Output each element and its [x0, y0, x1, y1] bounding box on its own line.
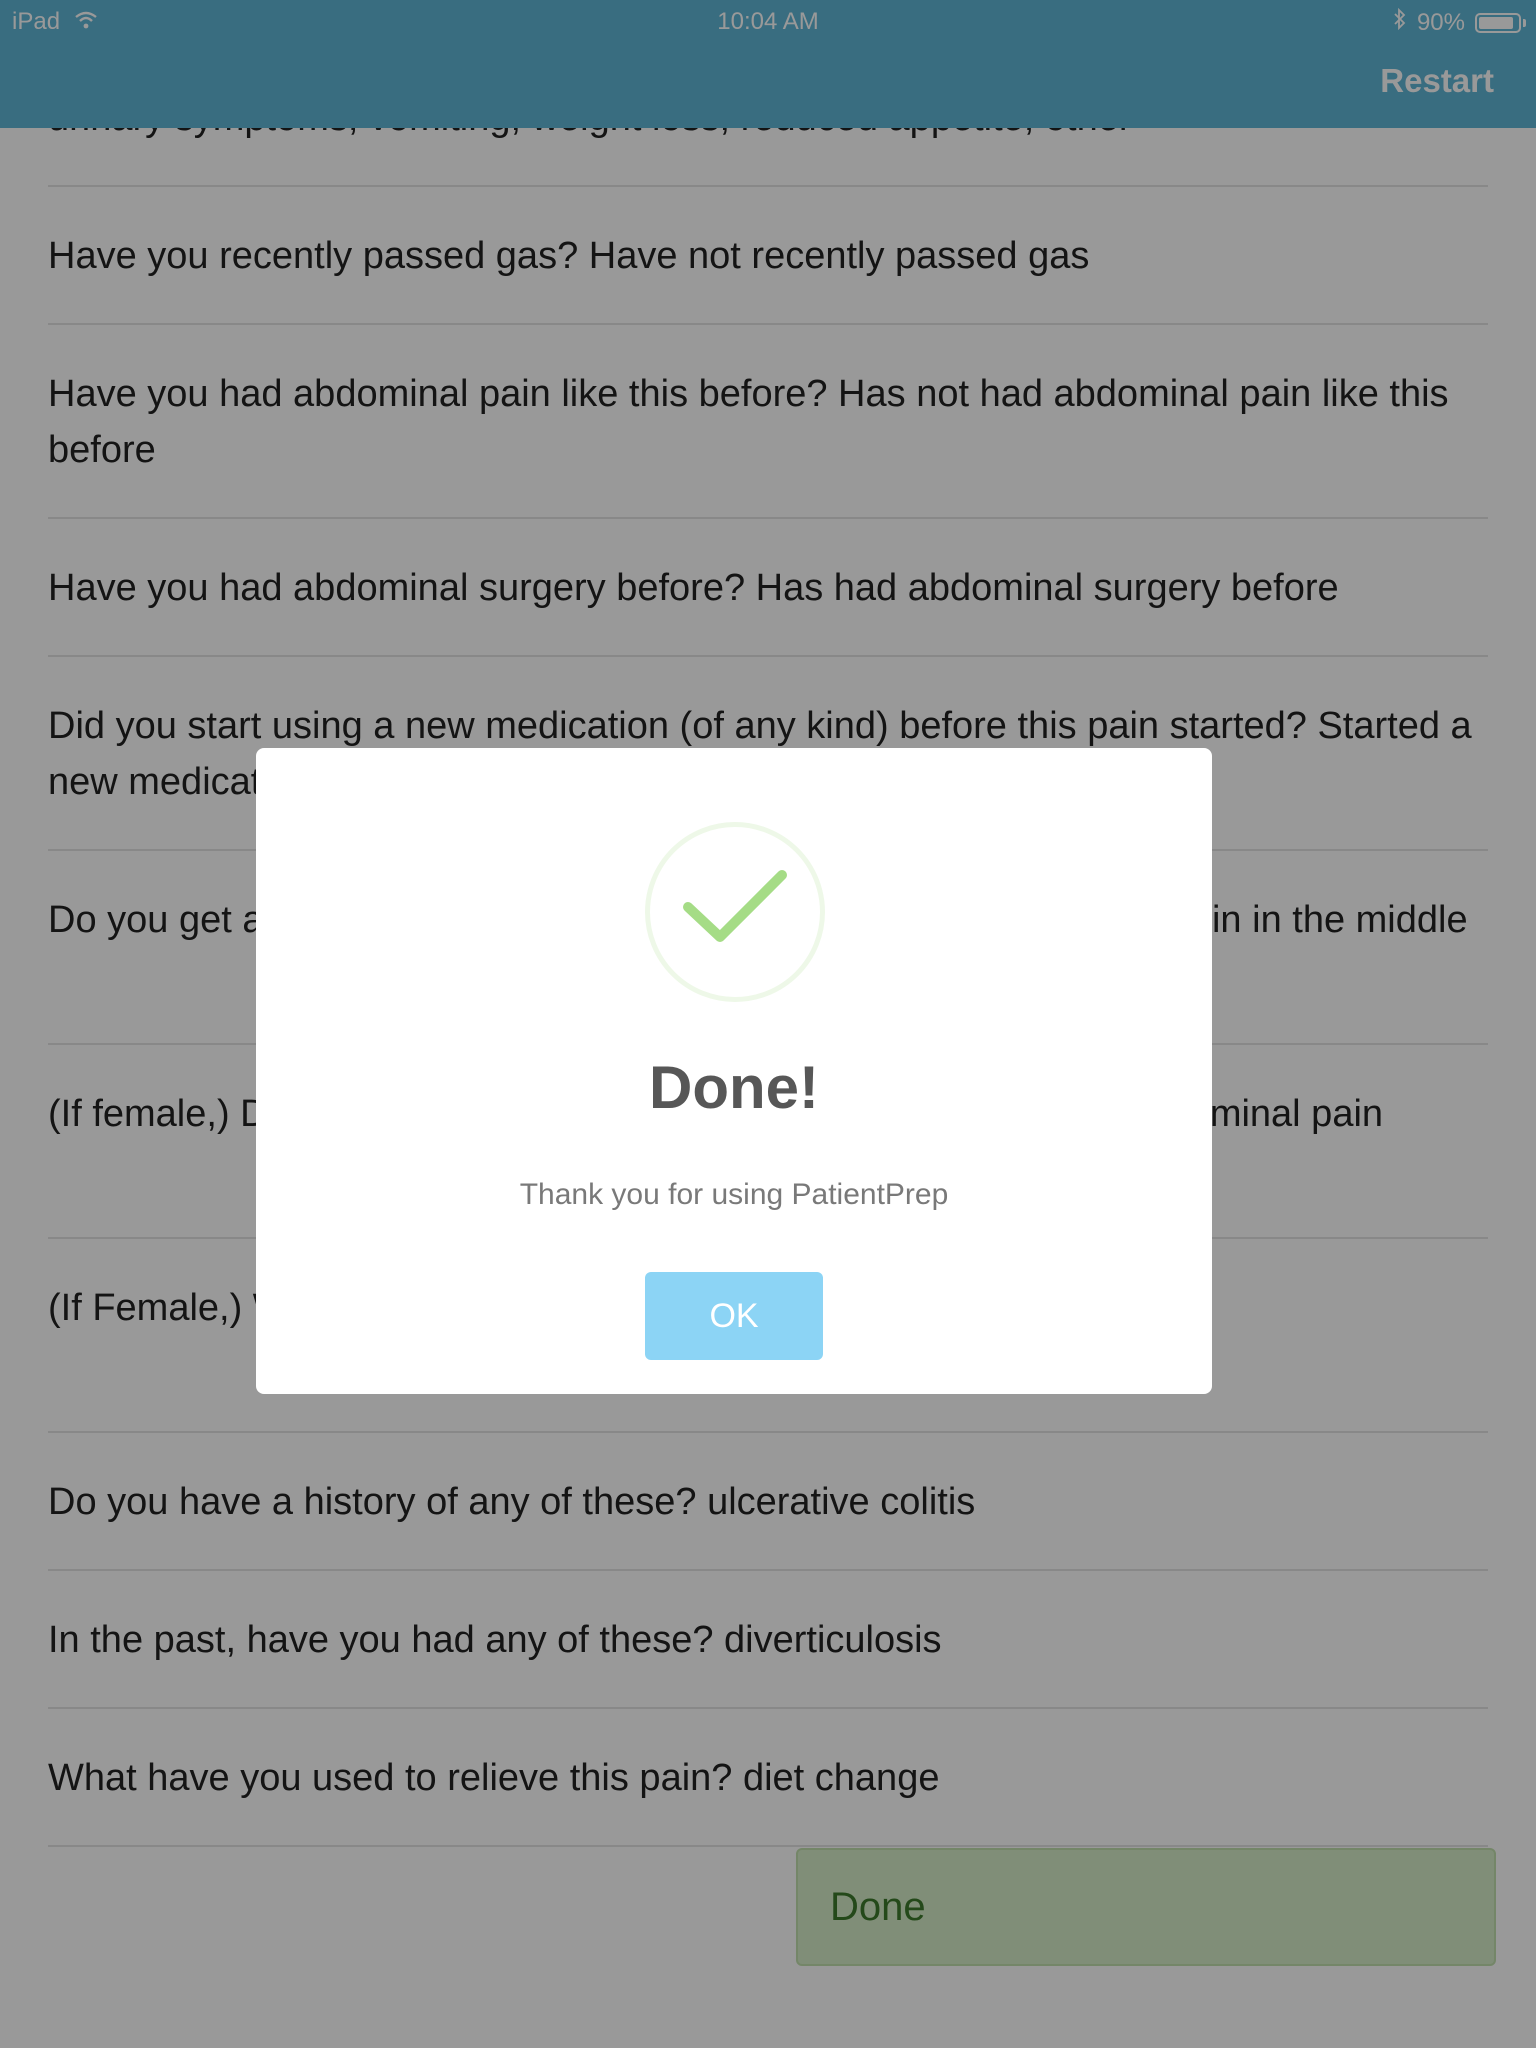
- checkmark-icon: [683, 870, 787, 942]
- ok-button[interactable]: OK: [645, 1272, 823, 1360]
- dialog-title: Done!: [649, 1054, 819, 1121]
- dialog-message: Thank you for using PatientPrep: [519, 1178, 949, 1211]
- success-dialog: Done! Thank you for using PatientPrep OK: [256, 748, 1212, 1394]
- success-circle: [645, 822, 825, 1002]
